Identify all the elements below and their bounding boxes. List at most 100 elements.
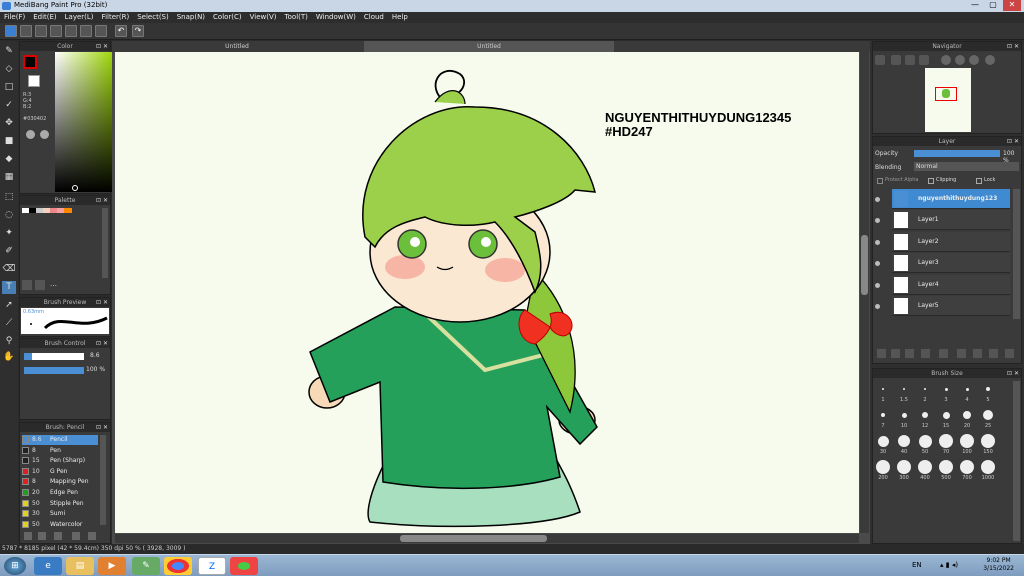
select-tool-icon[interactable]: ⬚ xyxy=(2,191,16,204)
brush-item[interactable]: 30 Sumi xyxy=(22,509,98,519)
new-halftone-layer-icon[interactable] xyxy=(891,349,900,358)
dot-tool-icon[interactable]: ✓ xyxy=(2,99,16,112)
brush-item[interactable]: 10 G Pen xyxy=(22,467,98,477)
zoom-out-icon[interactable] xyxy=(891,55,901,65)
move-tool-icon[interactable]: ✥ xyxy=(2,117,16,130)
brush-size-dot[interactable] xyxy=(942,411,950,419)
brush-size-dot[interactable] xyxy=(901,412,907,418)
layer-settings-icon[interactable] xyxy=(989,349,998,358)
brush-copy-icon[interactable] xyxy=(72,532,80,540)
select-eraser-icon[interactable]: ⌫ xyxy=(2,263,16,276)
lasso-tool-icon[interactable]: ◌ xyxy=(2,209,16,222)
save-icon[interactable] xyxy=(50,25,62,37)
brush-item[interactable]: 8 Pen xyxy=(22,446,98,456)
tab-untitled-2[interactable]: Untitled xyxy=(364,41,614,52)
layer-scrollbar[interactable] xyxy=(1013,189,1020,319)
menu-filter[interactable]: Filter(R) xyxy=(98,12,134,23)
color-slider-icon[interactable] xyxy=(40,130,49,139)
brush-size-dot[interactable] xyxy=(986,387,990,391)
brush-size-dot[interactable] xyxy=(897,460,911,474)
color-wheel-icon[interactable] xyxy=(26,130,35,139)
brush-item[interactable]: 8 Mapping Pen xyxy=(22,477,98,487)
close-icon[interactable]: ✕ xyxy=(103,298,108,307)
actual-size-icon[interactable] xyxy=(919,55,929,65)
menu-window[interactable]: Window(W) xyxy=(312,12,360,23)
menu-select[interactable]: Select(S) xyxy=(133,12,173,23)
brush-scrollbar[interactable] xyxy=(100,435,106,525)
chrome-icon[interactable] xyxy=(164,557,192,575)
brush-size-dot[interactable] xyxy=(924,388,926,390)
menu-snap[interactable]: Snap(N) xyxy=(173,12,209,23)
brush-delete-icon[interactable] xyxy=(88,532,96,540)
brush-size-dot[interactable] xyxy=(939,434,953,448)
brush-size-dot[interactable] xyxy=(944,387,948,391)
reset-view-icon[interactable] xyxy=(985,55,995,65)
brush-size-dot[interactable] xyxy=(877,435,889,447)
new-file-icon[interactable] xyxy=(20,25,32,37)
add-brush-icon[interactable] xyxy=(24,532,32,540)
chrome-window-icon[interactable] xyxy=(230,557,258,575)
brush-size-dot[interactable] xyxy=(922,412,928,418)
brush-size-dot[interactable] xyxy=(965,387,969,391)
brush-size-dot[interactable] xyxy=(882,388,884,390)
brush-size-dot[interactable] xyxy=(960,434,974,448)
rotate-left-icon[interactable] xyxy=(941,55,951,65)
shape-tool-icon[interactable]: □ xyxy=(2,81,16,94)
close-icon[interactable]: ✕ xyxy=(103,196,108,205)
export-icon[interactable] xyxy=(65,25,77,37)
brush-size-scrollbar[interactable] xyxy=(1013,381,1020,541)
layer-add-menu-icon[interactable] xyxy=(921,349,930,358)
select-pen-icon[interactable]: ✐ xyxy=(2,245,16,258)
start-button[interactable]: ⊞ xyxy=(4,557,26,575)
brush-size-dot[interactable] xyxy=(981,460,995,474)
eye-icon[interactable] xyxy=(875,304,880,309)
flip-icon[interactable] xyxy=(955,55,965,65)
divide-tool-icon[interactable]: ⟋ xyxy=(2,317,16,330)
brush-item[interactable]: 50 Stipple Pen xyxy=(22,499,98,509)
maximize-button[interactable]: ▢ xyxy=(984,0,1002,11)
text-tool-icon[interactable]: T xyxy=(2,281,16,294)
vertical-scroll-thumb[interactable] xyxy=(861,235,868,295)
layer-row[interactable]: Layer4 xyxy=(892,274,1010,295)
eye-icon[interactable] xyxy=(875,197,880,202)
close-icon[interactable]: ✕ xyxy=(1014,137,1019,146)
eyedropper-icon[interactable]: ⚲ xyxy=(2,335,16,348)
zoom-in-icon[interactable] xyxy=(875,55,885,65)
tab-untitled-1[interactable]: Untitled xyxy=(112,41,362,52)
zalo-icon[interactable]: Z xyxy=(198,557,226,575)
menu-edit[interactable]: Edit(E) xyxy=(29,12,60,23)
brush-size-dot[interactable] xyxy=(963,411,971,419)
cloud-icon[interactable] xyxy=(5,25,17,37)
close-icon[interactable]: ✕ xyxy=(1014,42,1019,51)
clipping-checkbox[interactable] xyxy=(928,178,934,184)
medibang-icon[interactable]: ✎ xyxy=(132,557,160,575)
menu-file[interactable]: File(F) xyxy=(0,12,29,23)
brush-folder-icon[interactable] xyxy=(38,532,46,540)
brush-size-dot[interactable] xyxy=(918,460,932,474)
delete-color-icon[interactable] xyxy=(35,280,45,290)
fit-icon[interactable] xyxy=(905,55,915,65)
brush-size-dot[interactable] xyxy=(876,460,890,474)
eraser-tool-icon[interactable]: ◇ xyxy=(2,63,16,76)
rotate-right-icon[interactable] xyxy=(969,55,979,65)
fill-rect-icon[interactable]: ■ xyxy=(2,135,16,148)
brush-size-dot[interactable] xyxy=(981,434,995,448)
close-icon[interactable]: ✕ xyxy=(103,42,108,51)
close-button[interactable]: ✕ xyxy=(1003,0,1021,11)
brush-tool-icon[interactable]: ✎ xyxy=(2,45,16,58)
brush-size-dot[interactable] xyxy=(939,460,953,474)
menu-help[interactable]: Help xyxy=(388,12,412,23)
explorer-icon[interactable]: ▤ xyxy=(66,557,94,575)
add-color-icon[interactable] xyxy=(22,280,32,290)
hand-tool-icon[interactable]: ✋ xyxy=(2,351,16,364)
close-icon[interactable]: ✕ xyxy=(1014,369,1019,378)
brush-size-dot[interactable] xyxy=(983,410,993,420)
new-8bit-layer-icon[interactable] xyxy=(905,349,914,358)
brush-size-dot[interactable] xyxy=(918,434,932,448)
merge-down-icon[interactable] xyxy=(973,349,982,358)
layer-folder-icon[interactable] xyxy=(939,349,948,358)
foreground-color-swatch[interactable] xyxy=(23,55,37,69)
drawing-canvas[interactable]: NGUYENTHITHUYDUNG12345 #HD247 xyxy=(115,52,859,533)
brush-size-slider[interactable] xyxy=(24,353,84,360)
language-indicator[interactable]: EN xyxy=(912,561,922,569)
